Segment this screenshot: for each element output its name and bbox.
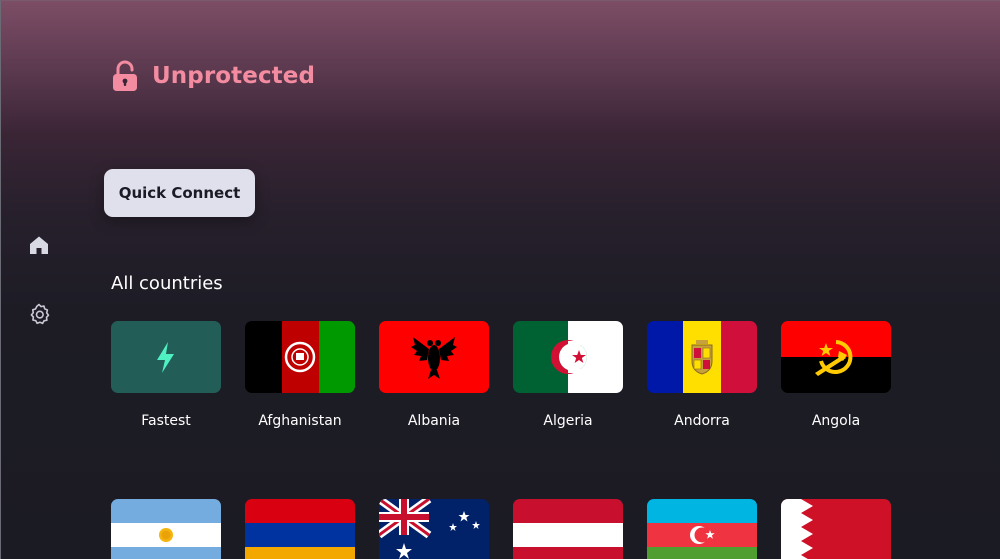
country-label: Fastest xyxy=(141,413,191,429)
flag-bahrain xyxy=(781,499,891,559)
home-icon[interactable] xyxy=(27,233,51,257)
country-card-afghanistan[interactable]: Afghanistan xyxy=(245,321,355,429)
gear-icon[interactable] xyxy=(27,302,51,326)
flag-angola xyxy=(781,321,891,393)
flag-austria xyxy=(513,499,623,559)
lightning-bolt-icon xyxy=(157,342,174,373)
country-card-azerbaijan[interactable] xyxy=(647,499,757,559)
country-card-algeria[interactable]: Algeria xyxy=(513,321,623,429)
flag-armenia xyxy=(245,499,355,559)
flag-azerbaijan xyxy=(647,499,757,559)
flag-andorra xyxy=(647,321,757,393)
status-text: Unprotected xyxy=(152,63,316,89)
country-card-austria[interactable] xyxy=(513,499,623,559)
country-label: Angola xyxy=(811,413,861,429)
country-card-albania[interactable]: Albania xyxy=(379,321,489,429)
country-card-fastest[interactable]: Fastest xyxy=(111,321,221,429)
section-title: All countries xyxy=(111,273,223,294)
country-card-armenia[interactable] xyxy=(245,499,355,559)
country-label: Afghanistan xyxy=(258,413,342,429)
country-card-andorra[interactable]: Andorra xyxy=(647,321,757,429)
quick-connect-button[interactable]: Quick Connect xyxy=(104,169,255,217)
country-card-argentina[interactable] xyxy=(111,499,221,559)
protection-status: Unprotected xyxy=(111,60,315,92)
country-card-australia[interactable] xyxy=(379,499,489,559)
country-card-angola[interactable]: Angola xyxy=(781,321,891,429)
fastest-tile xyxy=(111,321,221,393)
flag-algeria xyxy=(513,321,623,393)
flag-afghanistan xyxy=(245,321,355,393)
flag-albania xyxy=(379,321,489,393)
country-label: Algeria xyxy=(543,413,593,429)
unlocked-padlock-icon xyxy=(113,60,137,91)
flag-australia xyxy=(379,499,489,559)
flag-argentina xyxy=(111,499,221,559)
country-label: Albania xyxy=(407,413,461,429)
country-card-bahrain[interactable] xyxy=(781,499,891,559)
country-label: Andorra xyxy=(674,413,730,429)
